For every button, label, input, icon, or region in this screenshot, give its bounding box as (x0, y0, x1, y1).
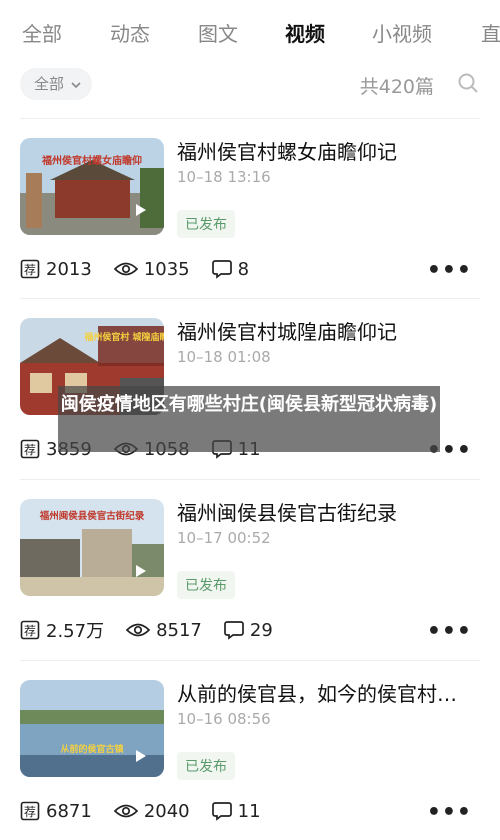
comment-count: 29 (249, 619, 273, 641)
video-title[interactable]: 福州闽侯县侯官古街纪录 (177, 497, 397, 526)
filter-label: 全部 (34, 75, 65, 93)
video-card[interactable]: 福州侯官村螺女庙瞻仰 福州侯官村螺女庙瞻仰记 10–18 13:16 已发布 荐… (0, 118, 500, 298)
video-date: 10–17 00:52 (177, 529, 271, 547)
comment-count: 11 (237, 800, 261, 822)
tab-bar: 全部 动态 图文 视频 小视频 直 (0, 0, 500, 66)
thumbnail-caption: 福州闽侯县侯官古街纪录 (39, 510, 145, 522)
more-icon[interactable]: ••• (427, 800, 472, 825)
thumbnail-caption: 福州侯官村 城隍庙瞻仰 (83, 331, 164, 343)
tab-articles[interactable]: 图文 (198, 18, 238, 47)
status-badge: 已发布 (177, 210, 235, 238)
recommend-icon: 荐 (20, 801, 40, 821)
comment-count: 8 (237, 258, 250, 280)
svg-text:荐: 荐 (24, 263, 36, 277)
status-badge: 已发布 (177, 752, 235, 780)
recommend-icon: 荐 (20, 620, 40, 640)
recommend-icon: 荐 (20, 259, 40, 279)
comment-icon (211, 802, 232, 821)
video-title[interactable]: 福州侯官村城隍庙瞻仰记 (177, 316, 397, 345)
video-stats: 荐 2013 1035 8 (20, 256, 271, 282)
video-title[interactable]: 福州侯官村螺女庙瞻仰记 (177, 136, 397, 165)
total-count: 共420篇 (359, 76, 434, 98)
svg-text:荐: 荐 (24, 443, 36, 457)
tab-all[interactable]: 全部 (22, 18, 62, 47)
tab-posts[interactable]: 动态 (110, 18, 150, 47)
comment-icon (211, 260, 232, 279)
video-stats: 荐 2.57万 8517 29 (20, 617, 295, 643)
chevron-down-icon (71, 81, 81, 88)
eye-icon (113, 262, 138, 276)
recommend-count: 2.57万 (46, 621, 105, 642)
tab-live[interactable]: 直 (481, 18, 500, 47)
overlay-banner: 闽侯疫情地区有哪些村庄(闽侯县新型冠状病毒) (58, 386, 440, 452)
eye-icon (113, 804, 138, 818)
video-card[interactable]: 福州闽侯县侯官古街纪录 福州闽侯县侯官古街纪录 10–17 00:52 已发布 … (0, 479, 500, 659)
status-badge: 已发布 (177, 571, 235, 599)
view-count: 1035 (143, 258, 190, 280)
video-date: 10–18 13:16 (177, 168, 271, 186)
video-thumbnail[interactable]: 福州闽侯县侯官古街纪录 (20, 499, 164, 596)
svg-text:荐: 荐 (24, 805, 36, 819)
view-count: 8517 (156, 619, 202, 641)
recommend-icon: 荐 (20, 439, 40, 459)
recommend-count: 6871 (46, 800, 92, 822)
thumbnail-caption: 从前的侯官古镇 (60, 743, 123, 755)
svg-text:荐: 荐 (24, 624, 36, 638)
video-thumbnail[interactable]: 从前的侯官古镇 (20, 680, 164, 777)
tab-videos[interactable]: 视频 (285, 18, 325, 47)
video-date: 10–16 08:56 (177, 710, 271, 728)
more-icon[interactable]: ••• (427, 619, 472, 644)
thumbnail-caption: 福州侯官村螺女庙瞻仰 (41, 154, 142, 167)
search-icon[interactable] (458, 73, 478, 93)
comment-icon (224, 621, 244, 640)
tab-short-videos[interactable]: 小视频 (372, 18, 432, 47)
divider (20, 660, 480, 661)
eye-icon (126, 623, 151, 637)
divider (20, 118, 480, 119)
divider (20, 479, 480, 480)
video-title[interactable]: 从前的侯官县，如今的侯官村… (177, 678, 457, 707)
recommend-count: 2013 (46, 258, 92, 280)
divider (20, 298, 480, 299)
video-card[interactable]: 从前的侯官古镇 从前的侯官县，如今的侯官村… 10–16 08:56 已发布 荐… (0, 660, 500, 840)
video-thumbnail[interactable]: 福州侯官村螺女庙瞻仰 (20, 138, 164, 235)
video-date: 10–18 01:08 (177, 348, 271, 366)
video-stats: 荐 6871 2040 11 (20, 798, 283, 824)
filter-dropdown[interactable]: 全部 (20, 68, 92, 100)
more-icon[interactable]: ••• (427, 258, 472, 283)
view-count: 2040 (143, 800, 190, 822)
